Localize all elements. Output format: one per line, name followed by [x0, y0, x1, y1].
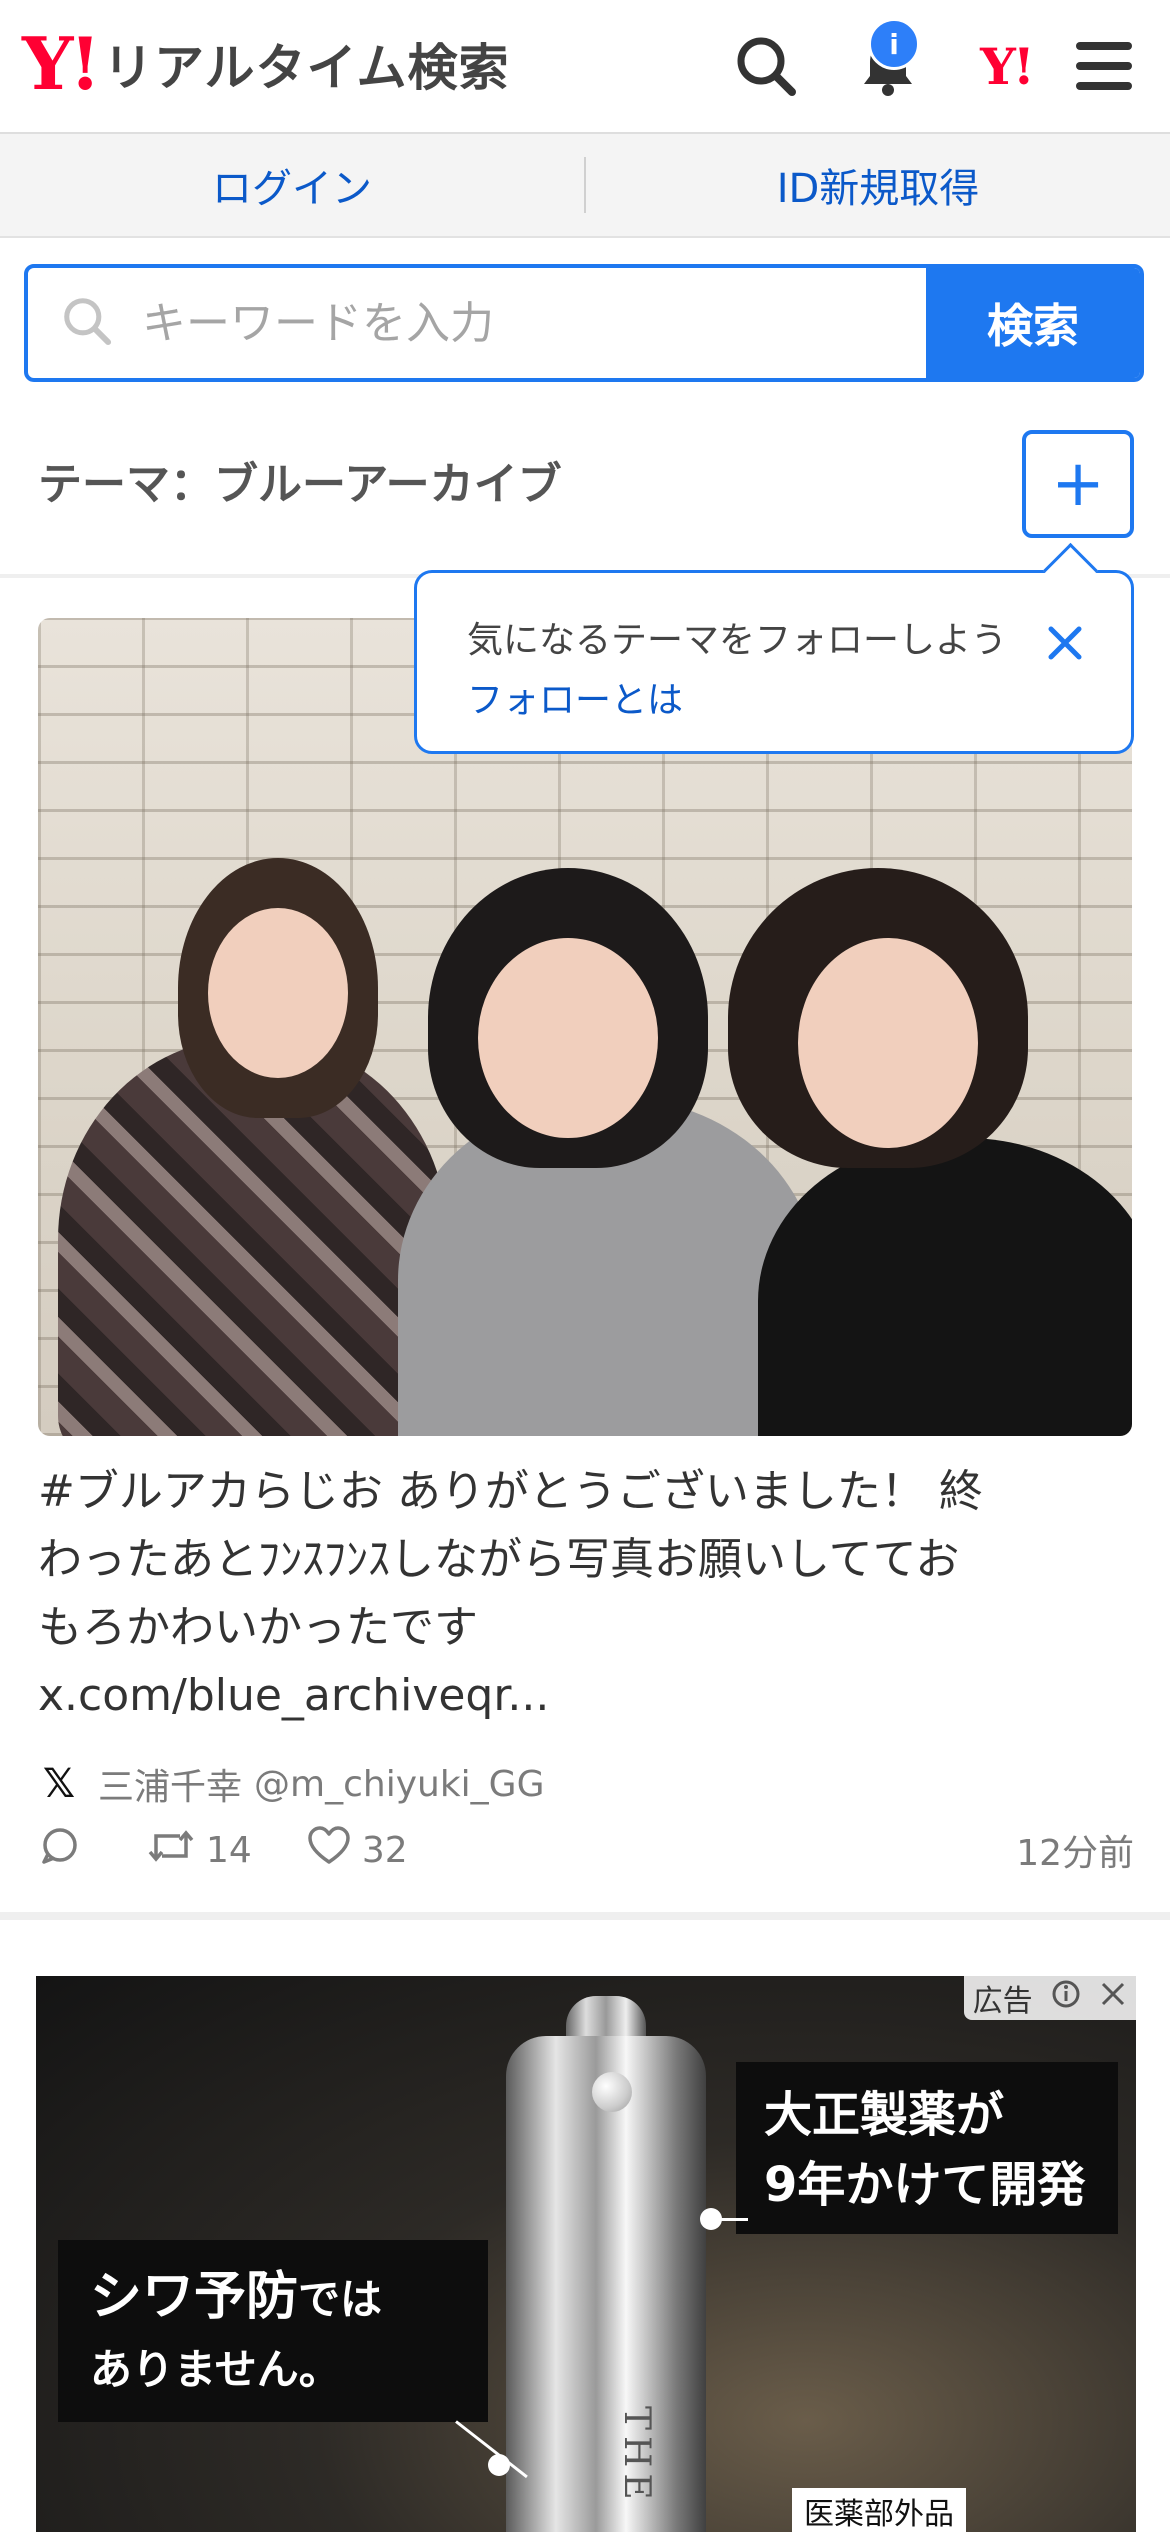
- callout-line: [708, 2218, 748, 2221]
- top-header: Y! リアルタイム検索 i Y!: [0, 0, 1170, 134]
- search-icon[interactable]: [728, 28, 804, 104]
- reply-icon: [38, 1824, 92, 1877]
- bottle-text: THE: [616, 2406, 657, 2506]
- person-left-face: [208, 908, 348, 1078]
- account-bar: ログイン ID新規取得: [0, 134, 1170, 238]
- like-count: 32: [361, 1829, 408, 1871]
- logo-text: リアルタイム検索: [103, 39, 510, 97]
- search-field-icon: [60, 294, 114, 352]
- tooltip-arrow: [1042, 542, 1099, 599]
- reply-button[interactable]: [38, 1824, 92, 1877]
- quasi-drug-label: 医薬部外品: [792, 2488, 966, 2532]
- retweet-icon: [146, 1824, 206, 1877]
- ad-label-text: 広告: [972, 1984, 1033, 2019]
- ad-close-icon[interactable]: [1099, 1980, 1127, 2016]
- ad-headline-2-main: シワ予防: [90, 2267, 299, 2327]
- notification-badge: i: [868, 18, 920, 70]
- author-handle: @m_chiyuki_GG: [254, 1763, 545, 1805]
- ad-headline-1-line1: 大正製薬が: [764, 2087, 1005, 2143]
- callout-dot: [488, 2454, 510, 2476]
- author-name: 三浦千幸: [98, 1767, 243, 1808]
- like-button[interactable]: 32: [306, 1824, 408, 1877]
- login-link[interactable]: ログイン: [0, 134, 584, 236]
- retweet-count: 14: [206, 1829, 252, 1871]
- ad-info-icon[interactable]: [1050, 1978, 1082, 2018]
- theme-title: テーマ：ブルーアーカイブ: [38, 459, 562, 510]
- search-button[interactable]: 検索: [926, 268, 1140, 378]
- retweet-button[interactable]: 14: [146, 1824, 252, 1877]
- post-text-line: もろかわいかったです󠁿: [38, 1602, 478, 1653]
- post-link[interactable]: x.com/blue_archiveqr...: [38, 1662, 1128, 1730]
- post-text-line: #ブルアカらじお ありがとうございました！ 終: [38, 1466, 983, 1517]
- ad-headline-2-line2: ありません。: [90, 2345, 341, 2394]
- signup-link[interactable]: ID新規取得: [586, 134, 1170, 236]
- yahoo-japan-mark: Y!: [980, 36, 1035, 96]
- ad-banner[interactable]: THE 大正製薬が 9年かけて開発 シワ予防では ありません。 医薬部外品 広告: [36, 1976, 1136, 2532]
- tooltip-message: 気になるテーマをフォローしよう: [467, 620, 1008, 661]
- follow-help-link[interactable]: フォローとは: [467, 671, 683, 723]
- section-divider: [0, 1912, 1170, 1920]
- yahoo-japan-icon[interactable]: Y!: [968, 28, 1044, 104]
- post-actions: 14 32 12分前: [38, 1820, 1134, 1880]
- tooltip-close-icon[interactable]: [1035, 613, 1095, 673]
- person-right-face: [798, 938, 978, 1148]
- search-input[interactable]: [140, 296, 926, 350]
- menu-icon[interactable]: [1066, 28, 1142, 104]
- notification-bell-icon[interactable]: i: [850, 18, 926, 104]
- logo-y: Y!: [22, 21, 101, 106]
- follow-tooltip: 気になるテーマをフォローしよう フォローとは: [414, 542, 1134, 754]
- ad-headline-2-suffix: では: [298, 2275, 383, 2324]
- post-time: 12分前: [1016, 1833, 1134, 1874]
- post-text[interactable]: #ブルアカらじお ありがとうございました！ 終 わったあとﾌﾝｽﾌﾝｽしながら写…: [38, 1458, 1128, 1730]
- ad-headline-2: シワ予防では ありません。: [58, 2240, 488, 2422]
- ad-headline-1-line2: 9年かけて開発: [764, 2157, 1086, 2213]
- post-author[interactable]: 𝕏 三浦千幸 @m_chiyuki_GG: [38, 1758, 545, 1810]
- yahoo-realtime-logo[interactable]: Y! リアルタイム検索: [22, 24, 510, 104]
- search-form: 検索: [24, 264, 1144, 382]
- ad-headline-1: 大正製薬が 9年かけて開発: [736, 2062, 1118, 2234]
- search-field[interactable]: [28, 268, 926, 378]
- person-center-face: [478, 938, 658, 1138]
- bottle-pearl: [592, 2072, 632, 2112]
- follow-theme-button[interactable]: +: [1022, 430, 1134, 538]
- ad-label: 広告: [964, 1976, 1136, 2020]
- heart-icon: [306, 1824, 362, 1877]
- post-text-line: わったあとﾌﾝｽﾌﾝｽしながら写真お願いしててお: [38, 1534, 960, 1585]
- x-logo-icon: 𝕏: [42, 1761, 76, 1807]
